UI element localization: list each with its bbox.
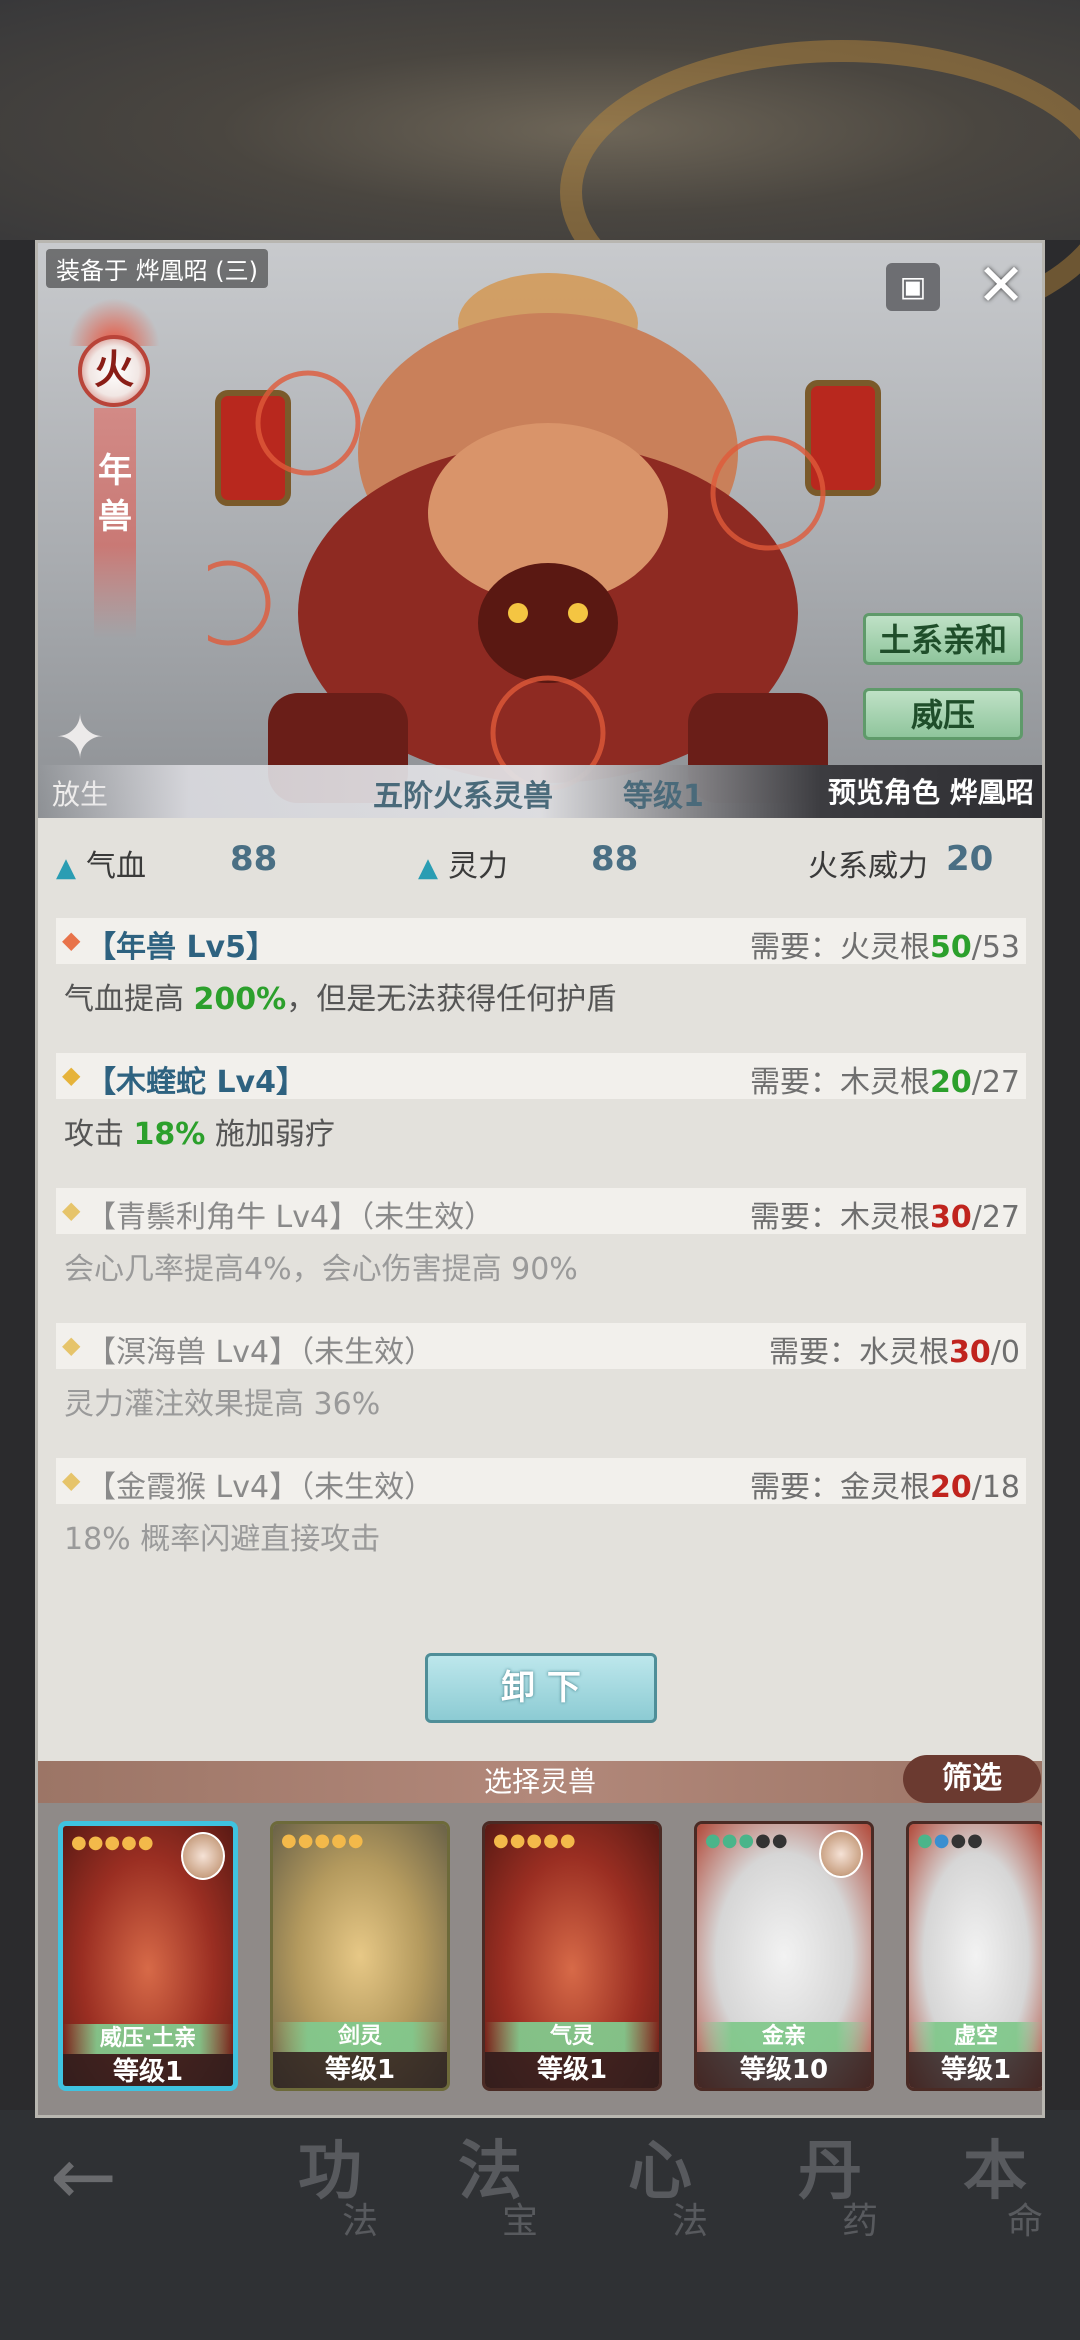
select-beast-title: 选择灵兽 (38, 1761, 1042, 1803)
diamond-icon: ◆ (62, 1331, 81, 1359)
nav-tab-fabao[interactable]: 法宝 (410, 2120, 570, 2270)
card-name: 剑灵 (273, 2022, 447, 2052)
skill-header: ◆ 【金霞猴 Lv4】（未生效） 需要：金灵根20/18 (56, 1458, 1026, 1505)
beast-name-banner: 年 兽 (94, 408, 136, 638)
beast-card[interactable]: ●●●●● 金亲 等级10 (694, 1821, 874, 2091)
equipped-on-label: 装备于 烨凰昭 (三) (46, 249, 268, 288)
diamond-icon: ◆ (62, 926, 81, 954)
beast-card[interactable]: ●●●●● 气灵 等级1 (482, 1821, 662, 2091)
hp-value: 88 (230, 839, 278, 879)
diamond-icon: ◆ (62, 1196, 81, 1224)
box-icon[interactable]: ▣ (886, 263, 940, 311)
trait-earth-affinity[interactable]: 土系亲和 (863, 613, 1023, 665)
skill-description: 攻击 18% 施加弱疗 (64, 1117, 335, 1152)
beast-detail-panel: 装备于 烨凰昭 (三) 火 年 兽 ✦ 放生 ▣ ✕ 土系亲和 威压 五阶火系灵… (35, 240, 1045, 2118)
preview-character: 预览角色 烨凰昭 (828, 776, 1034, 809)
beast-card[interactable]: ●●●●● 威压·土亲 等级1 (58, 1821, 238, 2091)
skill-requirement: 需要：木灵根20/27 (749, 1065, 1020, 1100)
skill-header: ◆ 【年兽 Lv5】 需要：火灵根50/53 (56, 918, 1026, 965)
hp-label: ▲ 气血 (56, 849, 146, 884)
skill-requirement: 需要：水灵根30/0 (769, 1335, 1020, 1370)
diamond-icon: ◆ (62, 1466, 81, 1494)
fire-element-badge: 火 (78, 335, 150, 407)
trait-intimidate[interactable]: 威压 (863, 688, 1023, 740)
up-triangle-icon: ▲ (418, 853, 438, 883)
nav-tab-gongfa[interactable]: 功法 (250, 2120, 410, 2270)
card-name: 威压·土亲 (63, 2024, 233, 2054)
card-level: 等级1 (485, 2052, 659, 2088)
skill-item: ◆ 【木蝰蛇 Lv4】 需要：木灵根20/27 攻击 18% 施加弱疗 (56, 1053, 1026, 1169)
stats-row: ▲ 气血 88 ▲ 灵力 88 火系威力 20 (38, 833, 1042, 893)
close-icon[interactable]: ✕ (973, 255, 1029, 315)
card-level: 等级1 (63, 2054, 233, 2086)
nav-tab-danyao[interactable]: 丹药 (750, 2120, 910, 2270)
skill-item: ◆ 【青鬃利角牛 Lv4】（未生效） 需要：木灵根30/27 会心几率提高4%，… (56, 1188, 1026, 1304)
skill-description: 气血提高 200%，但是无法获得任何护盾 (64, 982, 617, 1017)
beast-card[interactable]: ●●●●● 剑灵 等级1 (270, 1821, 450, 2091)
skill-title: 【溟海兽 Lv4】（未生效） (86, 1335, 435, 1370)
skill-description: 灵力灌注效果提高 36% (64, 1387, 381, 1422)
skill-header: ◆ 【木蝰蛇 Lv4】 需要：木灵根20/27 (56, 1053, 1026, 1100)
beast-name: 年 兽 (98, 451, 132, 537)
skill-item: ◆ 【年兽 Lv5】 需要：火灵根50/53 气血提高 200%，但是无法获得任… (56, 918, 1026, 1034)
skill-requirement: 需要：金灵根20/18 (749, 1470, 1020, 1505)
beast-card[interactable]: ●●●● 虚空 等级1 (906, 1821, 1042, 2091)
beast-hero-area: 装备于 烨凰昭 (三) 火 年 兽 ✦ 放生 ▣ ✕ 土系亲和 威压 五阶火系灵… (38, 243, 1042, 818)
skill-title: 【青鬃利角牛 Lv4】（未生效） (86, 1200, 495, 1235)
card-name: 虚空 (909, 2022, 1042, 2052)
skill-header: ◆ 【溟海兽 Lv4】（未生效） 需要：水灵根30/0 (56, 1323, 1026, 1370)
skill-description: 18% 概率闪避直接攻击 (64, 1522, 381, 1557)
rank-dots-icon: ●●●●● (493, 1830, 577, 1851)
fire-power-label: 火系威力 (808, 849, 928, 884)
rank-dots-icon: ●●●●● (71, 1832, 155, 1853)
avatar (181, 1832, 225, 1880)
skill-item: ◆ 【金霞猴 Lv4】（未生效） 需要：金灵根20/18 18% 概率闪避直接攻… (56, 1458, 1026, 1574)
rank-dots-icon: ●●●● (917, 1830, 984, 1851)
skill-requirement: 需要：火灵根50/53 (749, 930, 1020, 965)
unequip-button[interactable]: 卸 下 (425, 1653, 657, 1723)
beast-tier: 五阶火系灵兽 (373, 779, 553, 814)
skill-item: ◆ 【溟海兽 Lv4】（未生效） 需要：水灵根30/0 灵力灌注效果提高 36% (56, 1323, 1026, 1439)
filter-button[interactable]: 筛选 (903, 1755, 1041, 1803)
beast-info-bar: 五阶火系灵兽 等级1 预览角色 烨凰昭 (38, 765, 1042, 818)
card-level: 等级10 (697, 2052, 871, 2088)
beast-level: 等级1 (623, 779, 704, 814)
nian-beast-illustration (208, 273, 881, 803)
dove-icon: ✦ (54, 703, 106, 773)
skill-header: ◆ 【青鬃利角牛 Lv4】（未生效） 需要：木灵根30/27 (56, 1188, 1026, 1235)
skill-description: 会心几率提高4%，会心伤害提高 90% (64, 1252, 578, 1287)
nav-tab-xinfa[interactable]: 心法 (580, 2120, 740, 2270)
card-name: 金亲 (697, 2022, 871, 2052)
sp-label: ▲ 灵力 (418, 849, 508, 884)
card-name: 气灵 (485, 2022, 659, 2052)
diamond-icon: ◆ (62, 1061, 81, 1089)
rank-dots-icon: ●●●●● (705, 1830, 789, 1851)
rank-dots-icon: ●●●●● (281, 1830, 365, 1851)
sp-value: 88 (591, 839, 639, 879)
card-level: 等级1 (909, 2052, 1042, 2088)
skill-title: 【年兽 Lv5】 (86, 930, 276, 965)
avatar (819, 1830, 863, 1878)
nav-tab-benming[interactable]: 本命 (915, 2120, 1075, 2270)
fire-power-value: 20 (946, 839, 994, 879)
up-triangle-icon: ▲ (56, 853, 76, 883)
skill-title: 【金霞猴 Lv4】（未生效） (86, 1470, 435, 1505)
card-level: 等级1 (273, 2052, 447, 2088)
skill-title: 【木蝰蛇 Lv4】 (86, 1065, 306, 1100)
skill-requirement: 需要：木灵根30/27 (749, 1200, 1020, 1235)
back-arrow-icon[interactable]: ← (50, 2130, 117, 2223)
